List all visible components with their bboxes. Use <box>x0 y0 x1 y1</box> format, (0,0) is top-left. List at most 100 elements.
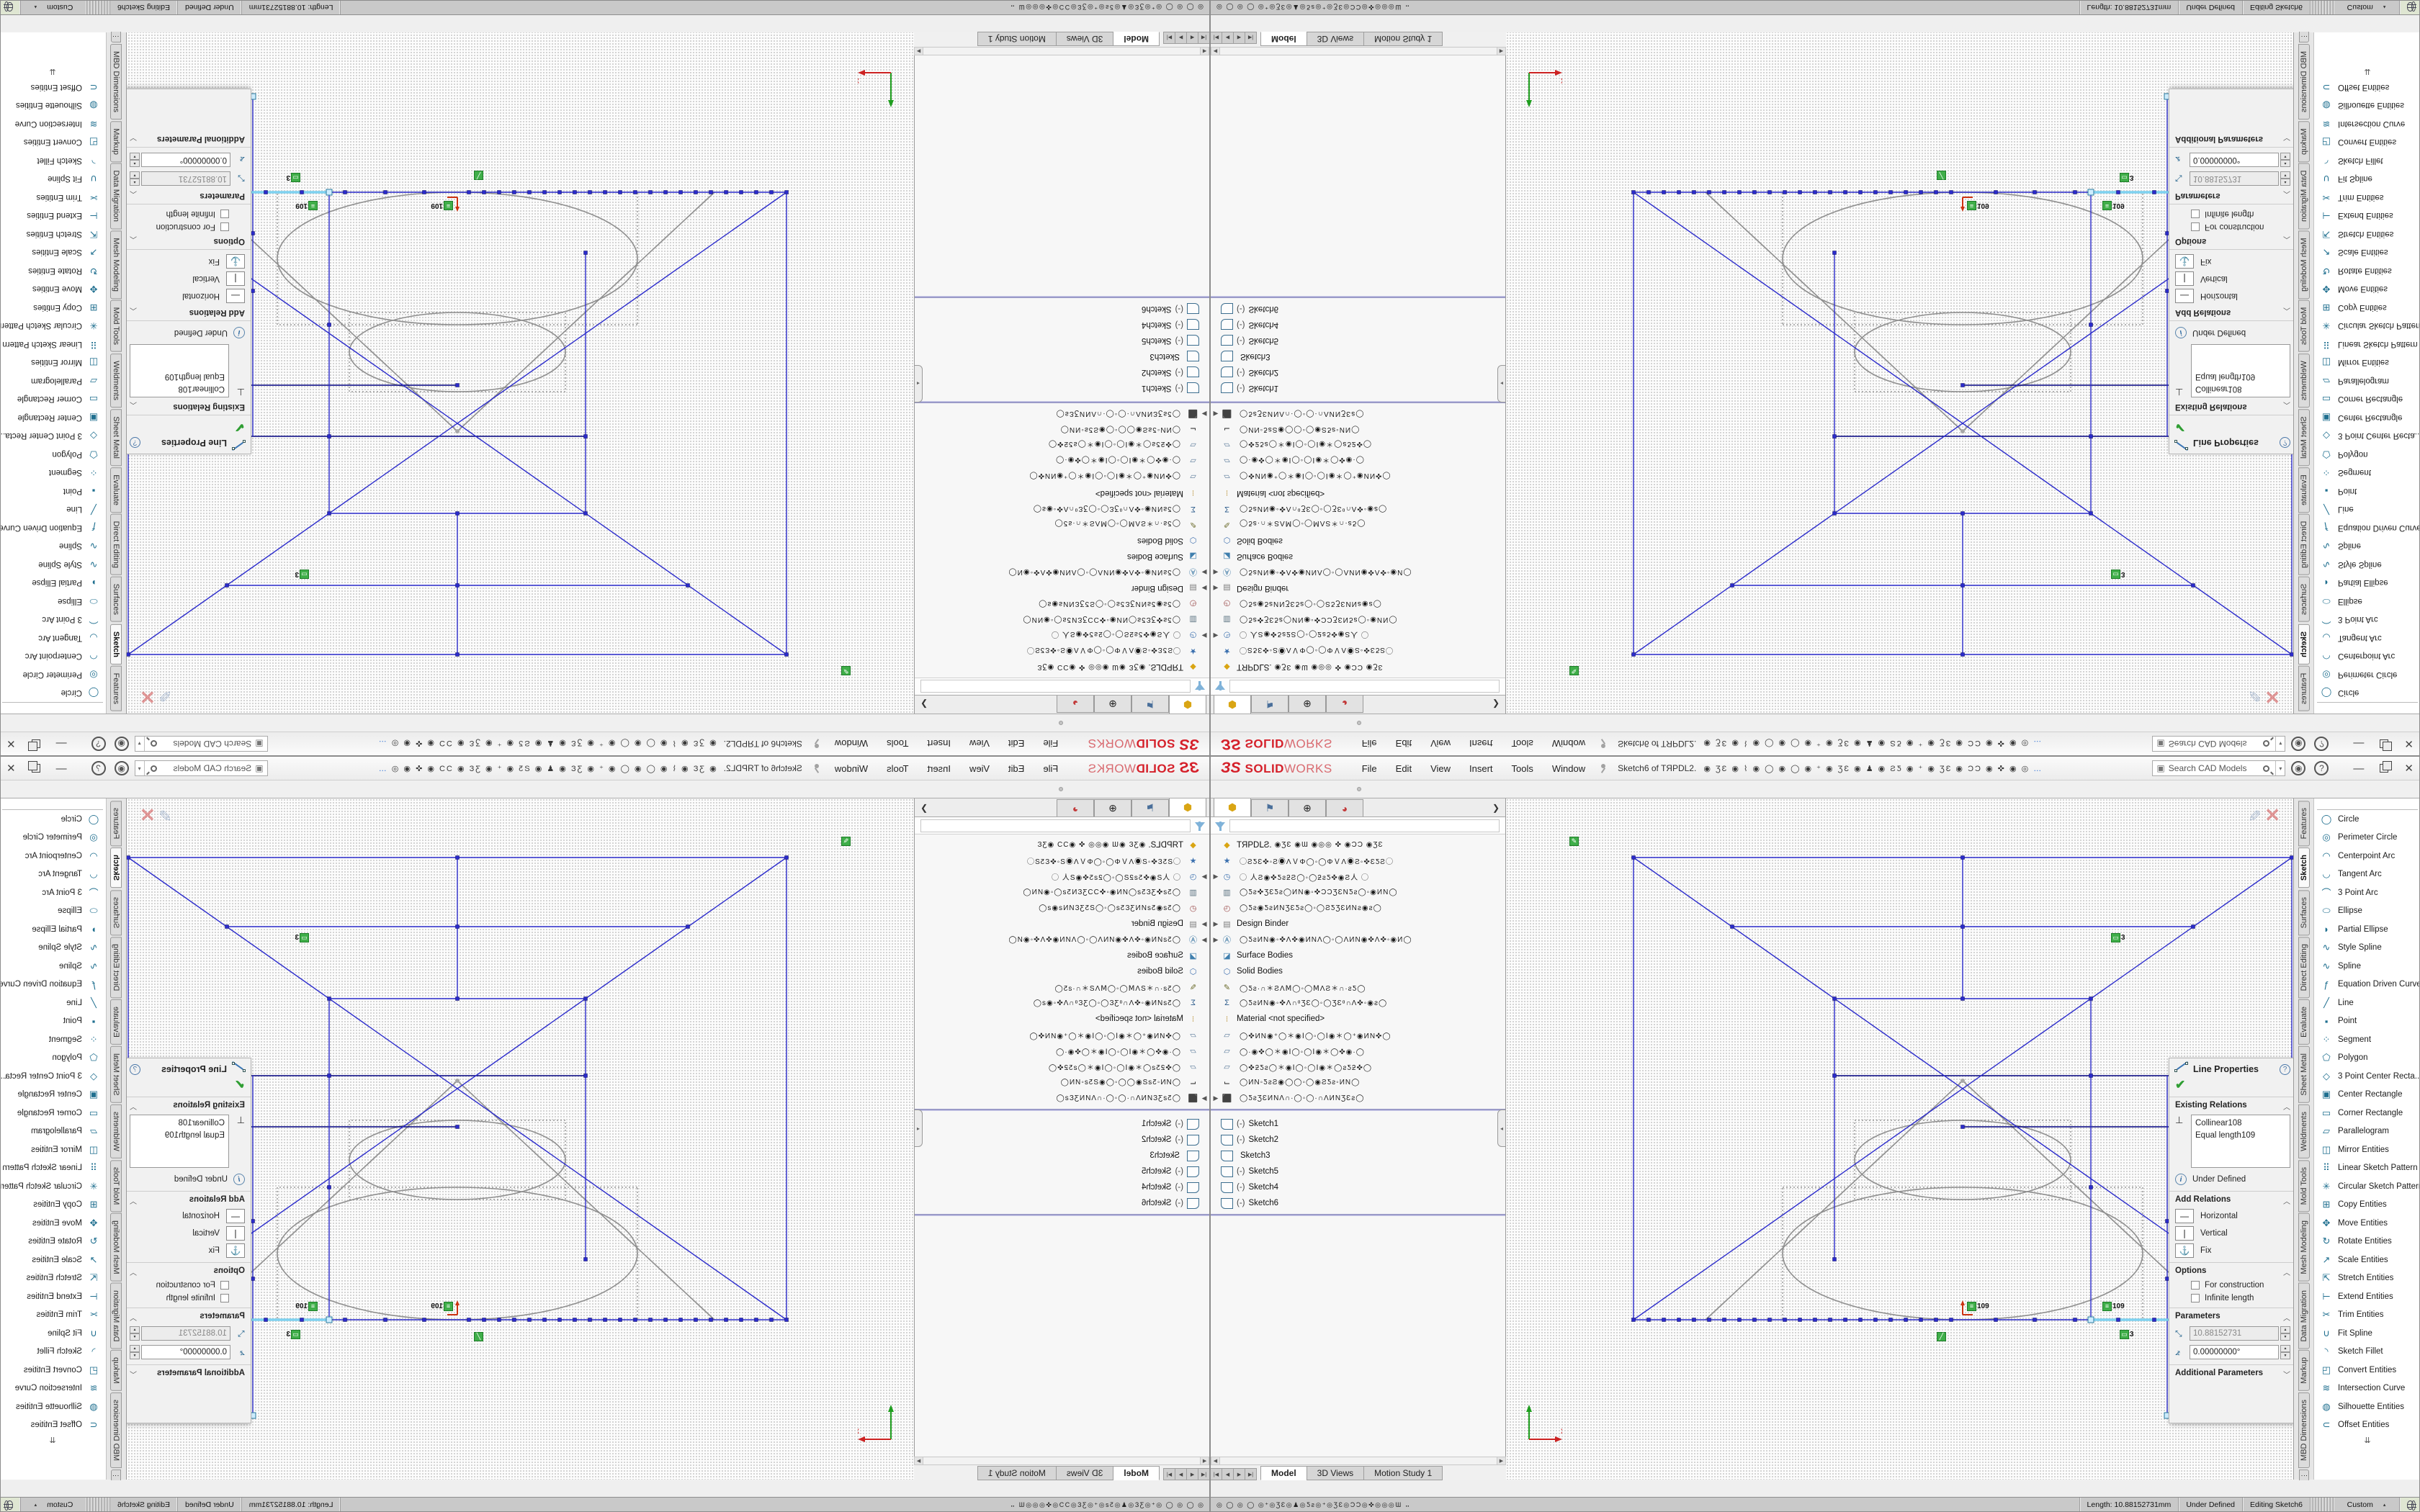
palette-tool[interactable]: ⊂ Offset Entities <box>2314 78 2420 96</box>
command-tab[interactable]: Surfaces <box>111 577 122 622</box>
palette-tool[interactable]: ◗ Partial Ellipse <box>0 574 106 593</box>
close-button[interactable]: ✕ <box>6 762 16 775</box>
palette-tool[interactable]: ∪ Fit Spline <box>0 1324 106 1343</box>
relation-badge[interactable]: ≡109 <box>2102 201 2125 211</box>
sketch-row[interactable]: (-) Sketch4 <box>915 1179 1209 1195</box>
tab-nav-button[interactable]: ◀ <box>1222 32 1234 44</box>
relation-button[interactable]: — <box>2175 289 2194 303</box>
sketch-row[interactable]: Sketch3 <box>915 1148 1209 1164</box>
tree-row[interactable]: ◴ ◯Ƽƨ◉ƼƨИΝƷƐƼƨ◯◦◯ƧƼƷƐИΝƨ◉ƨ◯ <box>915 900 1209 916</box>
sketch-row[interactable]: (-) Sketch1 <box>1211 1116 1505 1132</box>
relation-item[interactable]: Collinear108 <box>134 1117 225 1130</box>
feature-manager-tab[interactable]: ◕ <box>1326 696 1363 713</box>
palette-tool[interactable]: ƒ Equation Driven Curve <box>0 976 106 994</box>
relation-item[interactable]: Collinear108 <box>2195 382 2286 395</box>
command-tab[interactable]: ⋮ <box>2299 30 2309 42</box>
expand-arrow-icon[interactable]: ▶ <box>1211 569 1221 577</box>
filter-input[interactable] <box>920 680 1191 693</box>
tree-row[interactable]: ★ ◯ƧƼƐ✜◦Ƨ◉ɅＶΦ◯◦◯ΦＶɅ◉Ƨ◦✜ƐƼƧ◯ <box>915 852 1209 868</box>
document-tab[interactable]: 3D Views <box>1307 1466 1364 1480</box>
palette-tool[interactable]: ⠿ Linear Sketch Pattern <box>0 335 106 354</box>
palette-tool[interactable]: ◫ Mirror Entities <box>0 354 106 372</box>
scroll-track[interactable] <box>923 48 1200 55</box>
menu-item[interactable]: Insert <box>1460 763 1502 774</box>
palette-tool[interactable]: ◎ Perimeter Circle <box>0 665 106 684</box>
checkbox[interactable] <box>2191 1281 2200 1290</box>
palette-tool[interactable]: ◰ Convert Entities <box>2314 1361 2420 1380</box>
palette-tool[interactable]: ⬭ Ellipse <box>2314 592 2420 611</box>
document-tab[interactable]: Model <box>1260 1466 1307 1480</box>
palette-tool[interactable]: ↗ Scale Entities <box>0 1251 106 1269</box>
tree-row[interactable]: ⁝ Material <not specified> <box>1211 485 1505 501</box>
quick-access-toolbar[interactable]: ◉ ƷƐ ◉ ⌇ ◉ ◯ ◉ ◯ ◉ ⁺ ◉ ƷƐ ◉ ♟ ◉ ƧƼ ◉ ⁺ ◉… <box>1703 739 2145 749</box>
palette-tool[interactable]: ↗ Scale Entities <box>2314 1251 2420 1269</box>
rollback-bar-end[interactable] <box>915 1214 1209 1216</box>
command-tab[interactable]: Evaluate <box>111 467 122 513</box>
palette-tool[interactable]: ⁘ Segment <box>2314 1030 2420 1049</box>
sketch-row[interactable]: (-) Sketch4 <box>915 317 1209 333</box>
palette-tool[interactable]: ⇱ Stretch Entities <box>2314 225 2420 243</box>
splitter-knob[interactable] <box>1357 787 1361 791</box>
palette-tool[interactable]: ◍ Silhouette Entities <box>0 1398 106 1416</box>
palette-tool[interactable]: ◯ Circle <box>0 684 106 703</box>
collapse-chevron-icon[interactable]: ︿ <box>2283 1195 2290 1206</box>
collapse-chevron-icon[interactable]: ︿ <box>2283 1312 2290 1323</box>
expand-arrow-icon[interactable]: ▶ <box>1211 920 1221 928</box>
tree-row[interactable]: Σ ◯ƼƨИΝ◉◦✜Ʌ∩ᵅƷƐ◯◦◯ƷƐᵅ∩Ʌ✜◦◉ƨ◯ <box>915 995 1209 1011</box>
palette-tool[interactable]: ▱ Parallelogram <box>0 1122 106 1141</box>
feature-manager-tab[interactable]: ◕ <box>1057 696 1094 713</box>
palette-tool[interactable]: ◯ Circle <box>2314 810 2420 829</box>
command-tab[interactable]: Sketch <box>2298 847 2310 888</box>
tab-nav-button[interactable]: |◀ <box>1210 1468 1222 1480</box>
sketch-row[interactable]: (-) Sketch5 <box>1211 1164 1505 1179</box>
command-tab[interactable]: Features <box>2298 666 2310 711</box>
palette-tool[interactable]: ⬭ Ellipse <box>0 902 106 921</box>
relation-badge[interactable]: ▭3 <box>2120 1329 2134 1339</box>
palette-tool[interactable]: ƒ Equation Driven Curve <box>2314 976 2420 994</box>
document-tab[interactable]: Model <box>1113 1466 1160 1480</box>
palette-tool[interactable]: ⇱ Stretch Entities <box>0 1269 106 1288</box>
search-input[interactable]: ▣ Search CAD Models ▾ <box>135 736 268 752</box>
expand-panel-icon[interactable]: ❯ <box>920 699 928 709</box>
sketch-pencil-icon[interactable]: ✎ <box>157 690 176 703</box>
palette-tool[interactable]: ▭ Corner Rectangle <box>2314 390 2420 409</box>
command-tab[interactable]: Mold Tools <box>2298 1160 2310 1212</box>
menu-item[interactable]: View <box>960 739 999 750</box>
help-icon[interactable]: ? <box>2314 761 2329 775</box>
tree-row[interactable]: ▱ ◯✜ИΝ◉⁺◯＊◉Ⅰ◯◦◯Ⅰ◉＊◯⁺◉ИΝ✜◯ <box>915 469 1209 485</box>
scroll-track[interactable] <box>923 1457 1200 1464</box>
search-input[interactable]: ▣ Search CAD Models ▾ <box>135 760 268 776</box>
collapse-chevron-icon[interactable]: ︿ <box>2283 1266 2290 1277</box>
palette-tool[interactable]: ⊂ Offset Entities <box>0 78 106 96</box>
palette-tool[interactable]: ◇ 3 Point Center Recta... <box>0 427 106 446</box>
document-tab[interactable]: Motion Study 1 <box>977 32 1057 46</box>
tab-nav-button[interactable]: ▶| <box>1163 32 1175 44</box>
relation-badge[interactable]: ▭3 <box>2111 932 2125 942</box>
command-tab[interactable]: Markup <box>111 121 122 162</box>
feature-manager-tab[interactable]: ⊕ <box>1289 799 1326 816</box>
menu-item[interactable]: View <box>1421 763 1460 774</box>
scroll-left-icon[interactable]: ◀ <box>1211 1457 1220 1464</box>
palette-tool[interactable]: ◝ Sketch Fillet <box>0 151 106 170</box>
expand-arrow-icon[interactable]: ▶ <box>1199 1094 1209 1102</box>
collapse-chevron-icon[interactable]: ︿ <box>2283 235 2290 246</box>
palette-tool[interactable]: ∿ Style Spline <box>0 555 106 574</box>
tree-row[interactable]: ★ ◯ƧƼƐ✜◦Ƨ◉ɅＶΦ◯◦◯ΦＶɅ◉Ƨ◦✜ƐƼƧ◯ <box>915 644 1209 660</box>
palette-tool[interactable]: ⬠ Polygon <box>0 445 106 464</box>
tree-row[interactable]: ▶ ▤ Design Binder <box>915 916 1209 932</box>
expand-chevron-icon[interactable]: ﹀ <box>2283 1369 2290 1380</box>
command-tab[interactable]: Evaluate <box>111 999 122 1045</box>
relation-button[interactable]: ⚓ <box>226 254 245 269</box>
parameter-input[interactable]: 10.88152731 <box>141 1326 230 1341</box>
palette-tool[interactable]: ƒ Equation Driven Curve <box>2314 518 2420 537</box>
tree-row[interactable]: ▱ ◯·◉✜◯＊◉Ⅰ◯◦◯Ⅰ◉＊◯✜◉·◯ <box>915 1043 1209 1058</box>
palette-tool[interactable]: ∿ Spline <box>2314 537 2420 556</box>
tree-row[interactable]: ▶ ⬛ ◯ƼƨƷƐИΝɅ∩·◯◦◯·∩ɅИΝƷƐƨ◯ <box>915 1090 1209 1106</box>
palette-tool[interactable]: ∿ Spline <box>0 537 106 556</box>
palette-tool[interactable]: ⠿ Linear Sketch Pattern <box>2314 1159 2420 1178</box>
relations-listbox[interactable]: Collinear108Equal length109 <box>2191 344 2290 397</box>
tree-row[interactable]: Σ ◯ƼƨИΝ◉◦✜Ʌ∩ᵅƷƐ◯◦◯ƷƐᵅ∩Ʌ✜◦◉ƨ◯ <box>1211 501 1505 517</box>
checkbox[interactable] <box>220 222 229 231</box>
tree-row[interactable]: ▱ ◯✜ƻƼƨ◯＊◉Ⅰ◯◦◯Ⅰ◉＊◯ƨƼƻ✜◯ <box>1211 1058 1505 1074</box>
relation-badge[interactable]: ▭3 <box>295 932 309 942</box>
